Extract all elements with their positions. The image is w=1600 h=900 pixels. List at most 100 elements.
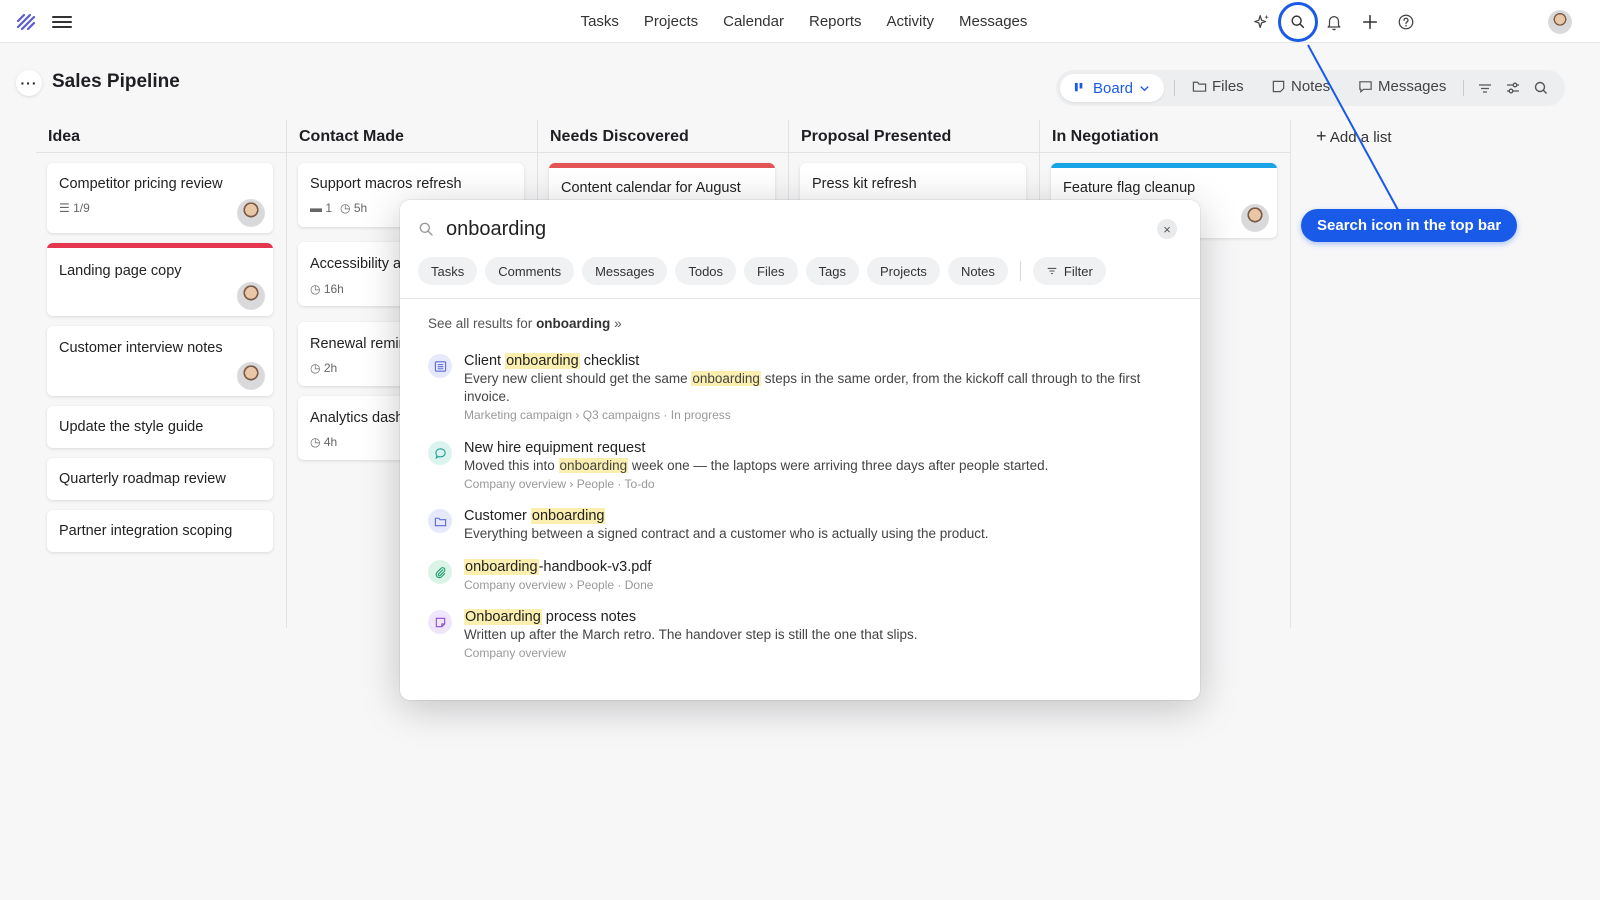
nav-calendar[interactable]: Calendar: [723, 13, 784, 30]
card-color-bar: [549, 163, 775, 168]
clear-search-button[interactable]: ×: [1157, 219, 1177, 239]
column-title: In Negotiation: [1052, 128, 1159, 145]
card[interactable]: Competitor pricing review ☰ 1/9: [47, 163, 273, 233]
card-title: Accessibility a: [310, 256, 402, 272]
card-title: Renewal remir: [310, 336, 404, 352]
card-title: Landing page copy: [59, 263, 182, 279]
result-title: Onboarding process notes: [464, 609, 637, 625]
card-title: Partner integration scoping: [59, 523, 233, 539]
checklist-count: ☰ 1/9: [59, 201, 90, 215]
chip-tags[interactable]: Tags: [805, 257, 859, 285]
board-view-button[interactable]: Board: [1060, 74, 1164, 102]
folder-icon: [1192, 81, 1207, 92]
search-result[interactable]: Client onboarding checklist Every new cl…: [428, 352, 1168, 422]
help-icon[interactable]: [1396, 12, 1416, 32]
board-search-icon[interactable]: [1532, 79, 1550, 97]
card-meta: ◷ 16h: [310, 282, 344, 296]
card[interactable]: Partner integration scoping: [47, 510, 273, 552]
card-color-bar: [1051, 163, 1277, 168]
search-result[interactable]: Customer onboarding Everything between a…: [428, 507, 1168, 543]
card[interactable]: Landing page copy: [47, 243, 273, 316]
chip-notes[interactable]: Notes: [947, 257, 1008, 285]
search-highlight-ring: [1278, 2, 1318, 42]
sort-icon[interactable]: [1476, 79, 1494, 97]
result-path: Company overview: [464, 646, 567, 660]
card-title: Content calendar for August: [561, 180, 741, 196]
callout-label: Search icon in the top bar: [1301, 209, 1518, 242]
search-input[interactable]: [446, 214, 1126, 244]
chip-projects[interactable]: Projects: [866, 257, 940, 285]
result-description: Moved this into onboarding week one — th…: [464, 458, 1049, 473]
plus-icon[interactable]: [1360, 12, 1380, 32]
card[interactable]: Customer interview notes: [47, 326, 273, 396]
notes-view-label: Notes: [1291, 78, 1331, 95]
main-nav: Tasks Projects Calendar Reports Activity…: [581, 0, 1028, 43]
result-path: Company overview › People · To-do: [464, 477, 655, 491]
board-view-label: Board: [1093, 79, 1134, 97]
bell-icon[interactable]: [1324, 12, 1344, 32]
messages-view-label: Messages: [1378, 78, 1447, 95]
add-list-button[interactable]: + Add a list: [1316, 126, 1392, 147]
search-result[interactable]: Onboarding process notes Written up afte…: [428, 608, 1168, 662]
column-idea: Idea Competitor pricing review ☰ 1/9 Lan…: [36, 120, 287, 628]
nav-messages[interactable]: Messages: [959, 13, 1027, 30]
search-result[interactable]: New hire equipment request Moved this in…: [428, 439, 1168, 491]
messages-view-button[interactable]: Messages: [1358, 78, 1446, 95]
card-title: Support macros refresh: [310, 176, 462, 192]
nav-activity[interactable]: Activity: [887, 13, 935, 30]
result-path: Marketing campaign › Q3 campaigns · In p…: [464, 408, 731, 422]
files-view-button[interactable]: Files: [1192, 78, 1244, 95]
files-view-label: Files: [1212, 78, 1244, 95]
time-estimate: ◷ 16h: [310, 282, 344, 296]
card-title: Quarterly roadmap review: [59, 471, 226, 487]
app-logo-icon[interactable]: [16, 12, 36, 32]
comment-icon: [428, 441, 452, 465]
chip-tasks[interactable]: Tasks: [418, 257, 478, 285]
card-title: Analytics dash: [310, 410, 404, 426]
nav-projects[interactable]: Projects: [644, 13, 698, 30]
user-avatar[interactable]: [1548, 10, 1572, 34]
search-modal: × Tasks Comments Messages Todos Files Ta…: [400, 200, 1200, 700]
filter-label: Filter: [1063, 263, 1093, 279]
card[interactable]: Update the style guide: [47, 406, 273, 448]
result-title: Customer onboarding: [464, 508, 606, 524]
notes-view-button[interactable]: Notes: [1271, 78, 1330, 95]
card-title: Competitor pricing review: [59, 176, 223, 192]
result-title: onboarding-handbook-v3.pdf: [464, 559, 652, 575]
filter-icon: [1047, 267, 1057, 275]
nav-tasks[interactable]: Tasks: [581, 13, 619, 30]
result-title: Client onboarding checklist: [464, 353, 640, 369]
see-all-results-link[interactable]: See all results for onboarding »: [428, 316, 622, 331]
card-title: Feature flag cleanup: [1063, 180, 1196, 196]
search-result[interactable]: onboarding-handbook-v3.pdf Company overv…: [428, 558, 1168, 594]
board-icon: [1074, 82, 1083, 91]
note-icon: [1272, 80, 1285, 93]
time-estimate: ◷ 4h: [310, 435, 338, 449]
chip-files[interactable]: Files: [744, 257, 798, 285]
more-options-button[interactable]: ···: [16, 70, 42, 96]
filter-button[interactable]: Filter: [1032, 257, 1106, 285]
column-title: Contact Made: [299, 128, 404, 145]
result-description: Everything between a signed contract and…: [464, 526, 989, 541]
hamburger-menu-icon[interactable]: [52, 13, 72, 31]
chevron-down-icon: [1140, 85, 1149, 91]
column-title: Needs Discovered: [550, 128, 689, 145]
nav-reports[interactable]: Reports: [809, 13, 862, 30]
card-title: Customer interview notes: [59, 340, 223, 356]
card-avatar: [237, 199, 265, 227]
ai-sparkle-icon[interactable]: [1252, 12, 1272, 32]
add-list-label: Add a list: [1329, 129, 1392, 146]
result-path: Company overview › People · Done: [464, 578, 654, 592]
time-estimate: ◷ 2h: [310, 361, 338, 375]
card-avatar: [237, 362, 265, 390]
chip-comments[interactable]: Comments: [485, 257, 575, 285]
card[interactable]: Quarterly roadmap review: [47, 458, 273, 500]
filter-sliders-icon[interactable]: [1504, 79, 1522, 97]
plus-icon: +: [1316, 126, 1327, 146]
column-title: Proposal Presented: [801, 128, 952, 145]
search-icon: [418, 221, 434, 237]
card-title: Update the style guide: [59, 419, 204, 435]
chip-todos[interactable]: Todos: [675, 257, 737, 285]
view-toolbar: Board Files Notes Messages: [1056, 70, 1565, 106]
chip-messages[interactable]: Messages: [582, 257, 668, 285]
